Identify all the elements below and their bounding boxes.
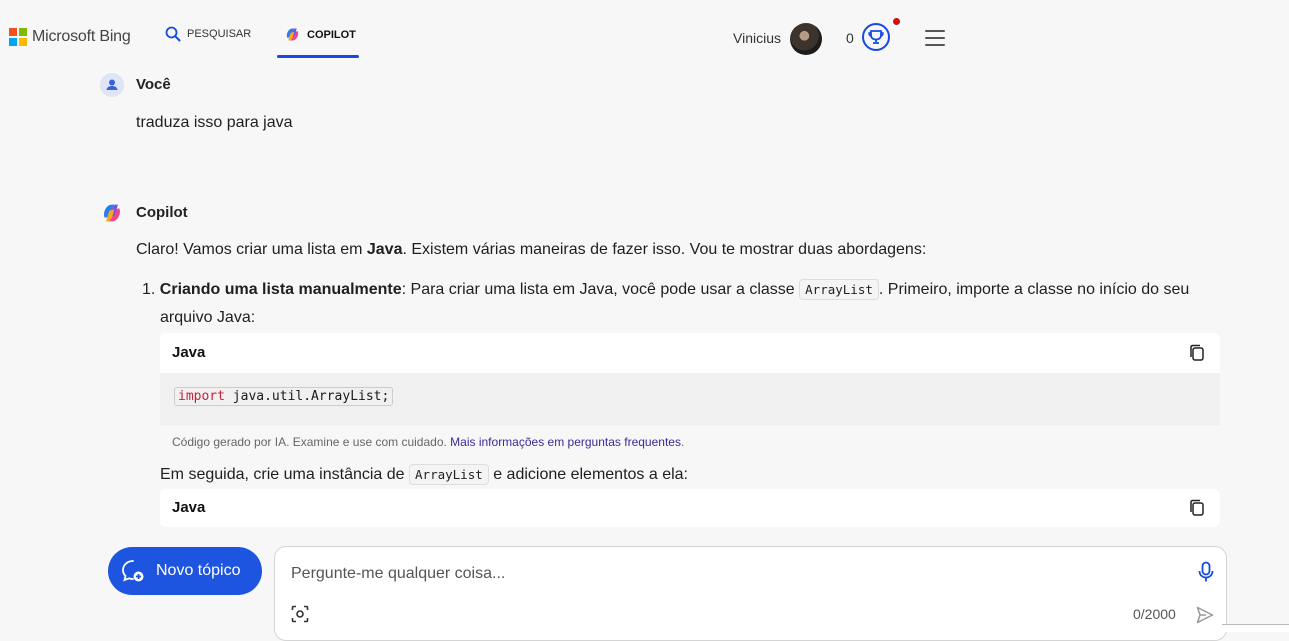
microsoft-logo-icon: [9, 28, 27, 46]
followup-text: Em seguida, crie uma instância de ArrayL…: [160, 464, 688, 485]
disclaimer-end: .: [680, 435, 685, 449]
inline-code: ArrayList: [799, 279, 879, 300]
avatar[interactable]: [790, 23, 822, 55]
user-author-label: Você: [136, 76, 171, 93]
hamburger-menu-icon[interactable]: [925, 30, 945, 46]
copilot-author-label: Copilot: [136, 204, 188, 221]
copy-icon[interactable]: [1188, 499, 1206, 517]
new-chat-icon: [122, 560, 144, 582]
copy-icon[interactable]: [1188, 344, 1206, 362]
new-topic-label: Novo tópico: [156, 562, 241, 579]
logo-text: Microsoft Bing: [32, 28, 131, 45]
ai-disclaimer: Código gerado por IA. Examine e use com …: [172, 435, 684, 449]
faq-link[interactable]: Mais informações em perguntas frequentes: [450, 435, 681, 449]
followup-suffix: e adicione elementos a ela:: [488, 466, 688, 483]
list-item-text-c: arquivo Java:: [160, 309, 256, 326]
search-icon: [165, 26, 181, 42]
code-block: Java import java.util.ArrayList;: [160, 333, 1220, 425]
top-bar: Microsoft Bing PESQUISAR COPILOT Viniciu…: [0, 0, 1289, 70]
list-item-text-b: . Primeiro, importe a classe no início d…: [878, 281, 1190, 298]
code-line: import java.util.ArrayList;: [174, 387, 394, 406]
disclaimer-text: Código gerado por IA. Examine e use com …: [172, 435, 451, 449]
notification-dot: [893, 18, 900, 25]
tab-copilot-label: COPILOT: [307, 28, 356, 41]
code-rest: java.util.ArrayList;: [224, 389, 390, 404]
new-topic-button[interactable]: Novo tópico: [108, 547, 262, 595]
code-block-header: Java: [160, 333, 1220, 373]
rewards-points[interactable]: 0: [846, 30, 854, 46]
bing-logo[interactable]: Microsoft Bing: [9, 28, 131, 46]
intro-prefix: Claro! Vamos criar uma lista em: [136, 241, 367, 258]
user-name[interactable]: Vinicius: [733, 30, 781, 46]
tab-copilot[interactable]: COPILOT: [284, 26, 356, 43]
list-item-text-a: : Para criar uma lista em Java, você pod…: [401, 281, 800, 298]
active-tab-indicator: [277, 55, 359, 58]
character-counter: 0/2000: [1133, 606, 1176, 622]
inline-code: ArrayList: [409, 464, 489, 485]
visual-search-icon[interactable]: [291, 605, 309, 623]
copilot-avatar-icon: [100, 201, 124, 225]
code-block-body: import java.util.ArrayList;: [160, 373, 1220, 425]
list-item-title: Criando uma lista manualmente: [159, 281, 402, 298]
code-block-header: Java: [160, 489, 1220, 529]
send-icon[interactable]: [1195, 605, 1215, 625]
code-block: Java: [160, 489, 1220, 527]
intro-suffix: . Existem várias maneiras de fazer isso.…: [402, 241, 927, 258]
rewards-trophy-icon[interactable]: [862, 23, 890, 51]
code-language-label: Java: [172, 344, 206, 361]
followup-prefix: Em seguida, crie uma instância de: [160, 466, 410, 483]
tab-search-label: PESQUISAR: [187, 28, 252, 40]
user-message-avatar-icon: [100, 73, 124, 97]
user-message-text: traduza isso para java: [136, 114, 293, 131]
copilot-intro-text: Claro! Vamos criar uma lista em Java. Ex…: [136, 241, 926, 259]
list-item: 1. Criando uma lista manualmente: Para c…: [142, 279, 1190, 300]
chat-input[interactable]: [289, 561, 1173, 587]
code-keyword: import: [178, 389, 225, 404]
microphone-icon[interactable]: [1197, 561, 1215, 583]
tab-search[interactable]: PESQUISAR: [165, 26, 251, 42]
intro-bold: Java: [366, 241, 403, 258]
chat-composer: 0/2000: [274, 546, 1227, 641]
code-language-label: Java: [172, 499, 206, 516]
list-item-number: 1.: [142, 281, 156, 298]
copilot-icon: [286, 28, 299, 41]
